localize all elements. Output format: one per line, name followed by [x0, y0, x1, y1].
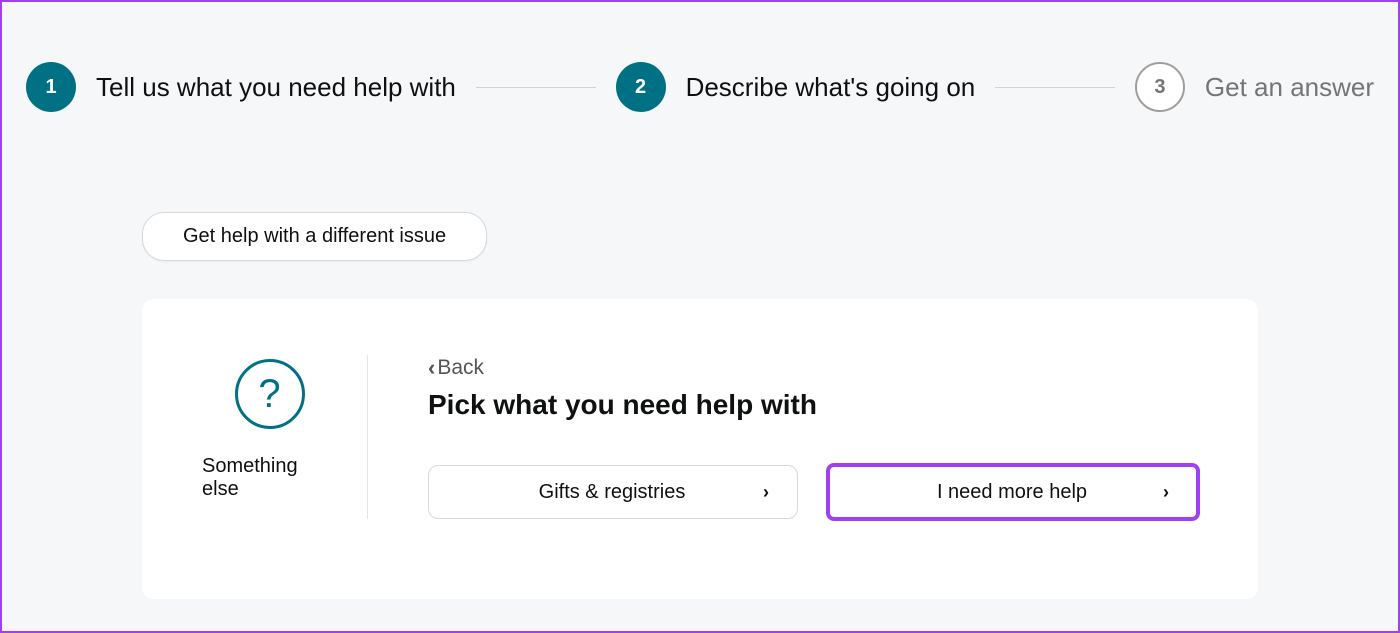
help-card: ? Something else ‹ Back Pick what you ne… [142, 299, 1258, 599]
different-issue-button[interactable]: Get help with a different issue [142, 212, 487, 261]
option-need-more-help[interactable]: I need more help › [828, 465, 1198, 519]
back-button[interactable]: ‹ Back [428, 355, 1198, 381]
chevron-left-icon: ‹ [428, 355, 435, 381]
chevron-right-icon: › [1163, 482, 1169, 503]
card-left-panel: ? Something else [202, 355, 368, 519]
step-1-circle: 1 [26, 62, 76, 112]
step-1: 1 Tell us what you need help with [26, 62, 456, 112]
option-gifts-registries[interactable]: Gifts & registries › [428, 465, 798, 519]
chevron-right-icon: › [763, 482, 769, 503]
step-connector [476, 87, 596, 88]
progress-stepper: 1 Tell us what you need help with 2 Desc… [2, 2, 1398, 112]
step-2-label: Describe what's going on [686, 72, 976, 103]
option-label: Gifts & registries [481, 481, 763, 504]
step-3: 3 Get an answer [1135, 62, 1374, 112]
step-2: 2 Describe what's going on [616, 62, 976, 112]
step-connector [995, 87, 1115, 88]
back-label: Back [437, 356, 484, 380]
step-3-label: Get an answer [1205, 72, 1374, 103]
card-title: Pick what you need help with [428, 389, 1198, 421]
step-1-label: Tell us what you need help with [96, 72, 456, 103]
step-3-circle: 3 [1135, 62, 1185, 112]
option-row: Gifts & registries › I need more help › [428, 465, 1198, 519]
question-icon: ? [235, 359, 305, 429]
card-right-panel: ‹ Back Pick what you need help with Gift… [368, 355, 1198, 519]
step-2-circle: 2 [616, 62, 666, 112]
card-left-label: Something else [202, 455, 337, 501]
option-label: I need more help [881, 481, 1163, 504]
